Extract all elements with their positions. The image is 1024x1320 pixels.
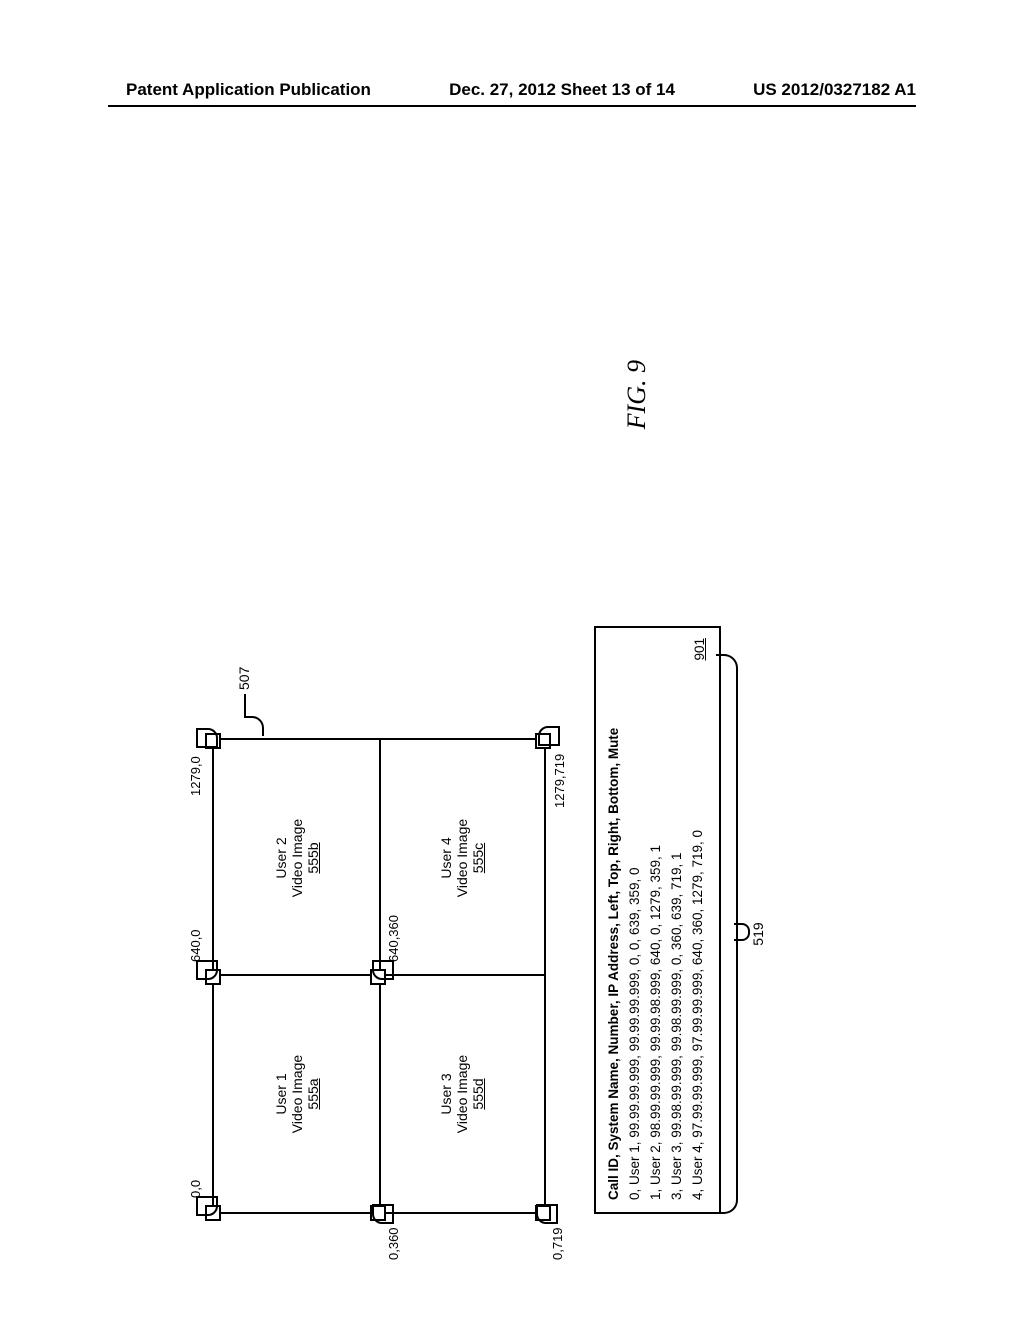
page: Patent Application Publication Dec. 27, … bbox=[0, 0, 1024, 1320]
coord-text: 640,0 bbox=[188, 929, 203, 962]
table-row: 4, User 4, 97.99.99.999, 97.99.99.999, 6… bbox=[688, 640, 709, 1200]
header-right: US 2012/0327182 A1 bbox=[753, 80, 916, 100]
leader-curve bbox=[244, 716, 264, 736]
coord-label: 640,360 bbox=[386, 915, 401, 962]
brace-icon bbox=[716, 654, 746, 1214]
cell-label: User 1 bbox=[273, 1073, 289, 1114]
coord-text: 640,360 bbox=[386, 915, 401, 962]
header-rule bbox=[108, 105, 916, 107]
cell-user4: User 4 Video Image 555c bbox=[379, 740, 544, 976]
coord-label: 1279,0 bbox=[188, 756, 203, 796]
coord-text: 1279,719 bbox=[552, 754, 567, 808]
header-center: Dec. 27, 2012 Sheet 13 of 14 bbox=[449, 80, 675, 100]
coord-label: 640,0 bbox=[188, 929, 203, 962]
cell-user3: User 3 Video Image 555d bbox=[379, 976, 544, 1212]
leader bbox=[244, 694, 246, 718]
cell-user1: User 1 Video Image 555a bbox=[214, 976, 379, 1212]
cell-label: Video Image bbox=[454, 819, 470, 897]
cell-label: Video Image bbox=[289, 1055, 305, 1133]
cell-label: Video Image bbox=[289, 819, 305, 897]
figure-label: FIG. 9 bbox=[622, 360, 652, 429]
table-row: 3, User 3, 99.98.99.999, 99.98.99.999, 0… bbox=[667, 640, 688, 1200]
cell-label: User 2 bbox=[273, 837, 289, 878]
figure-area: User 1 Video Image 555a User 2 Video Ima… bbox=[184, 332, 840, 1284]
coord-text: 1279,0 bbox=[188, 756, 203, 796]
header-left: Patent Application Publication bbox=[126, 80, 371, 100]
cell-ref: 555d bbox=[470, 1078, 486, 1109]
metadata-table: Call ID, System Name, Number, IP Address… bbox=[594, 626, 721, 1214]
coord-label: 0,360 bbox=[386, 1227, 401, 1260]
table-row: 1, User 2, 98.99.99.999, 99.99.98.999, 6… bbox=[646, 640, 667, 1200]
cell-ref: 555c bbox=[470, 843, 486, 873]
ref-519: 519 bbox=[750, 654, 766, 1214]
ref-901: 901 bbox=[690, 638, 711, 661]
coord-text: 0,719 bbox=[550, 1227, 565, 1260]
cell-label: User 3 bbox=[438, 1073, 454, 1114]
figure-rotated: User 1 Video Image 555a User 2 Video Ima… bbox=[184, 332, 840, 1284]
cell-ref: 555a bbox=[305, 1078, 321, 1109]
cell-label: Video Image bbox=[454, 1055, 470, 1133]
table-header: Call ID, System Name, Number, IP Address… bbox=[604, 640, 625, 1200]
cell-ref: 555b bbox=[305, 842, 321, 873]
coord-label: 0,0 bbox=[188, 1180, 203, 1198]
page-header: Patent Application Publication Dec. 27, … bbox=[0, 80, 1024, 100]
coord-label: 0,719 bbox=[550, 1227, 565, 1260]
cell-user2: User 2 Video Image 555b bbox=[214, 740, 379, 976]
ref-507: 507 bbox=[236, 667, 252, 690]
table-row: 0, User 1, 99.99.99.999, 99.99.99.999, 0… bbox=[625, 640, 646, 1200]
cell-label: User 4 bbox=[438, 837, 454, 878]
coord-text: 0,360 bbox=[386, 1227, 401, 1260]
coord-label: 1279,719 bbox=[552, 754, 567, 808]
